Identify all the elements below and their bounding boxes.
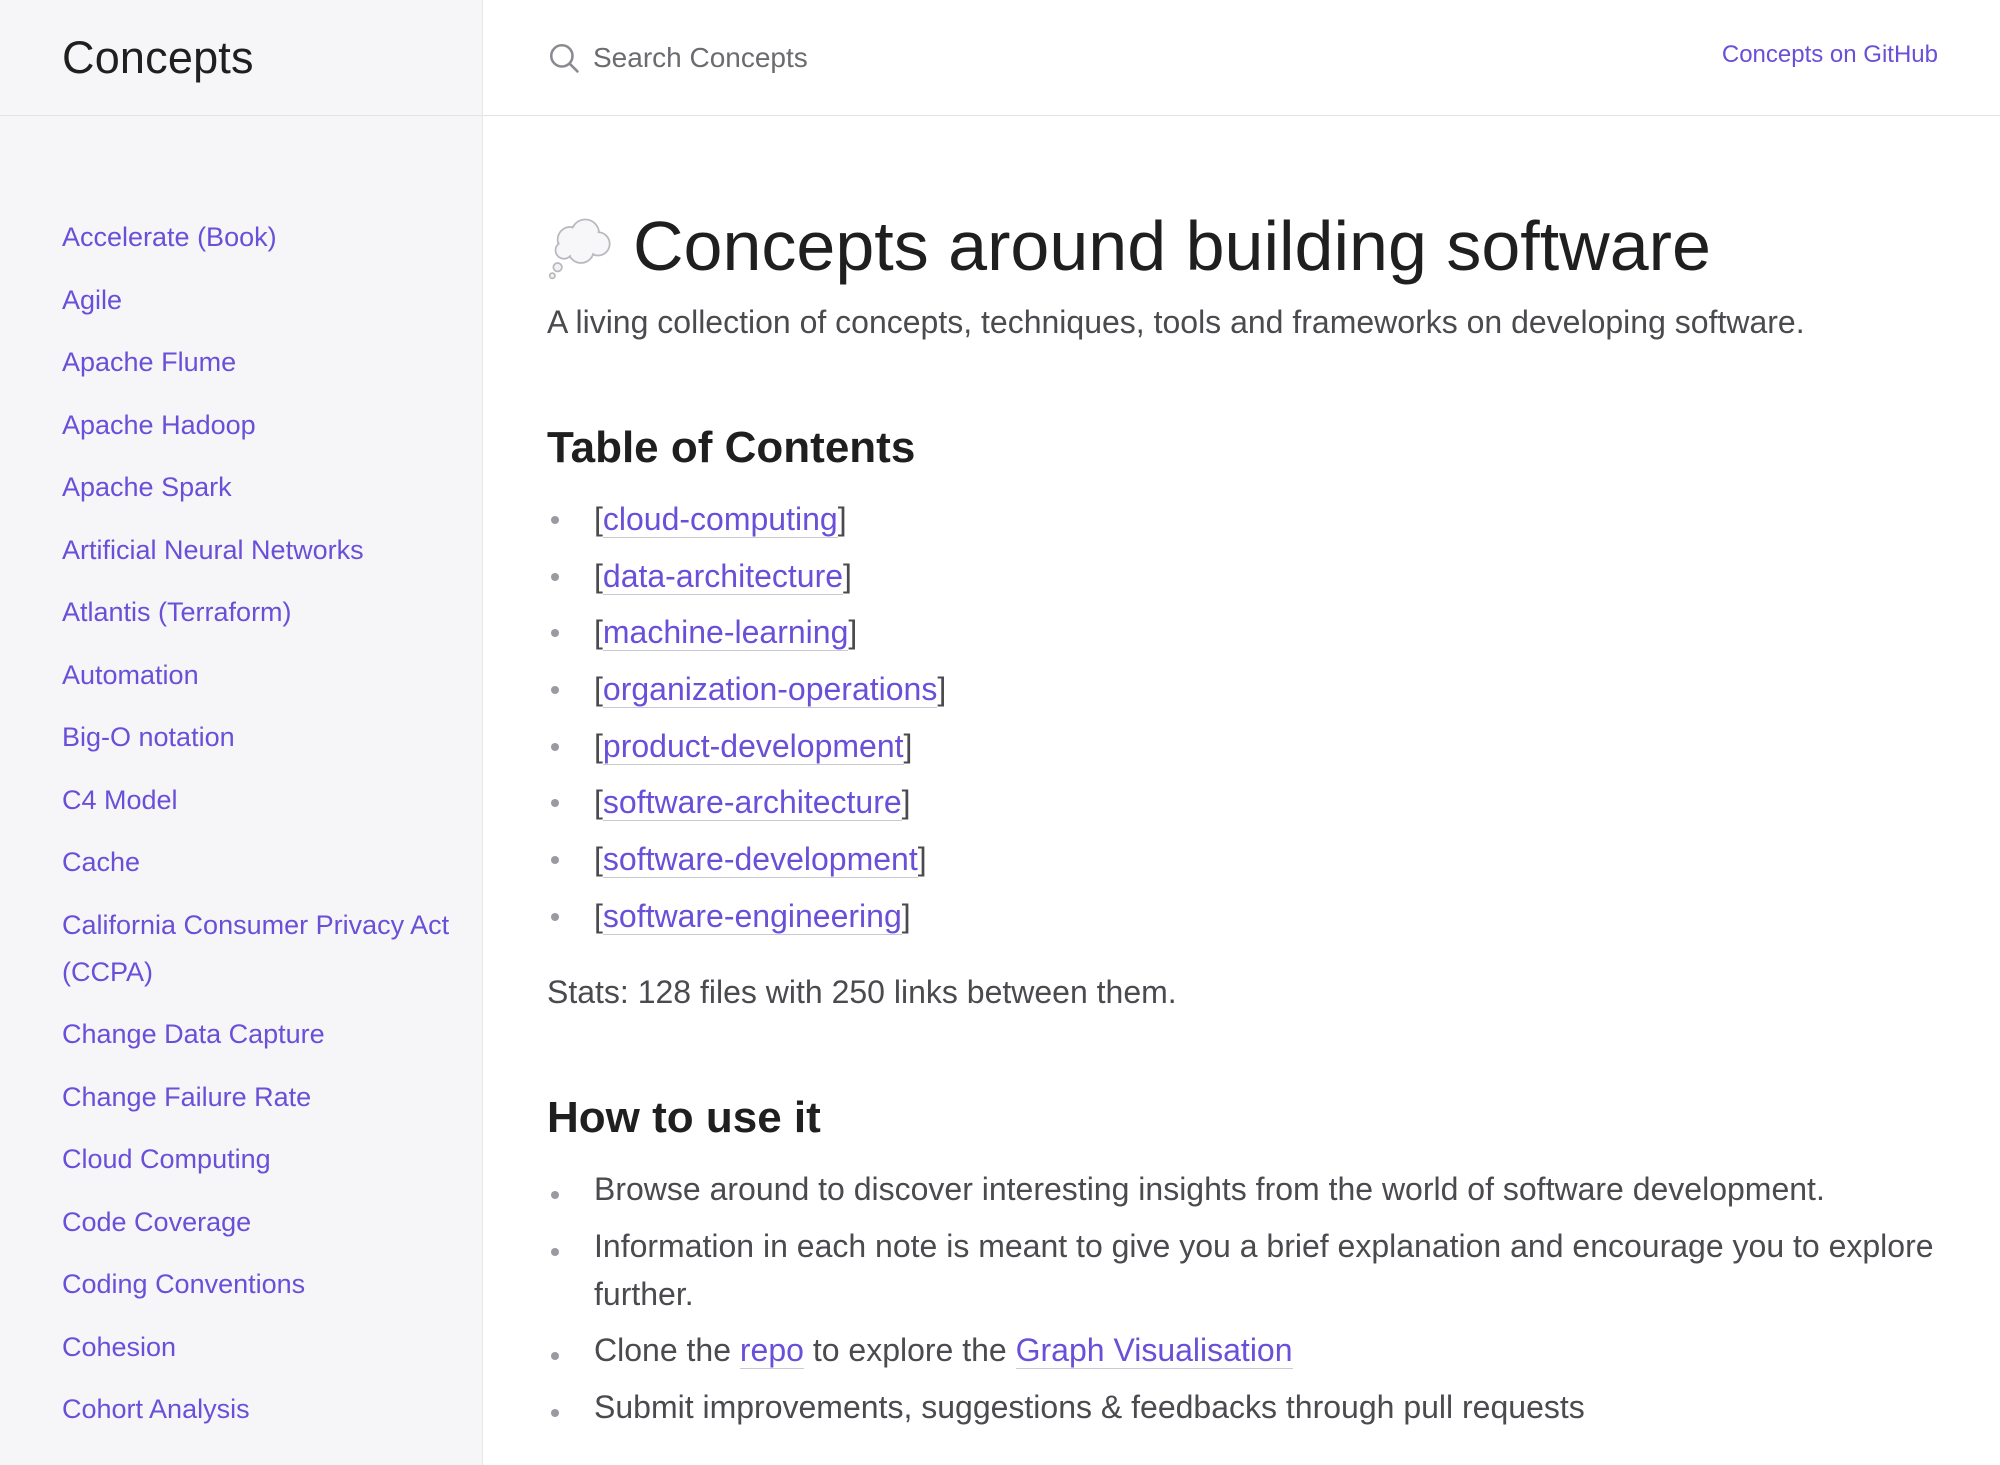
sidebar-item[interactable]: Atlantis (Terraform): [62, 589, 452, 636]
toc-item: [machine-learning]: [547, 604, 1937, 661]
sidebar-item[interactable]: C4 Model: [62, 777, 452, 824]
sidebar-item[interactable]: Artificial Neural Networks: [62, 527, 452, 574]
toc-link[interactable]: software-architecture: [602, 784, 902, 822]
page-subtitle: A living collection of concepts, techniq…: [547, 304, 1805, 340]
bracket-open: [: [594, 557, 603, 594]
page-title: Concepts around building software: [547, 206, 1711, 286]
toc-link[interactable]: product-development: [602, 727, 904, 765]
toc-list: [cloud-computing] [data-architecture] [mac…: [547, 491, 1937, 945]
sidebar-item[interactable]: Automation: [62, 652, 452, 699]
search-box[interactable]: [547, 37, 1013, 79]
sidebar-item[interactable]: California Consumer Privacy Act (CCPA): [62, 902, 452, 996]
sidebar-item[interactable]: Cache: [62, 839, 452, 886]
sidebar-item[interactable]: Cohort Analysis: [62, 1386, 452, 1433]
howto-list: Browse around to discover interesting in…: [547, 1165, 1937, 1439]
bracket-close: ]: [901, 897, 911, 934]
bracket-open: [: [594, 784, 603, 821]
search-input[interactable]: [593, 42, 1013, 74]
bracket-open: [: [594, 614, 603, 651]
thought-balloon-icon: [548, 218, 611, 280]
github-link[interactable]: Concepts on GitHub: [1722, 41, 1938, 69]
toc-item: [data-architecture]: [547, 548, 1937, 605]
stats-text: Stats: 128 files with 250 links between …: [547, 974, 1177, 1010]
toc-item: [software-engineering]: [547, 888, 1937, 945]
app-title[interactable]: Concepts: [0, 0, 483, 116]
bracket-open: [: [594, 841, 603, 878]
repo-link[interactable]: repo: [739, 1332, 804, 1369]
sidebar-nav: Accelerate (Book) Agile Apache Flume Apache…: [62, 214, 452, 1449]
bracket-close: ]: [917, 841, 927, 878]
sidebar-item[interactable]: Code Coverage: [62, 1199, 452, 1246]
bracket-open: [: [594, 727, 603, 764]
sidebar-item[interactable]: Cloud Computing: [62, 1136, 452, 1183]
search-icon: [549, 43, 579, 73]
bracket-open: [: [594, 897, 603, 934]
toc-link[interactable]: software-development: [602, 841, 918, 879]
sidebar: Concepts Accelerate (Book) Agile Apache Fl…: [0, 0, 483, 1465]
howto-heading: How to use it: [547, 1093, 821, 1142]
toc-item: [software-architecture]: [547, 774, 1937, 831]
bracket-close: ]: [903, 727, 913, 764]
toc-link[interactable]: organization-operations: [602, 671, 938, 709]
toc-item: [cloud-computing]: [547, 491, 1937, 548]
toc-link[interactable]: data-architecture: [602, 557, 844, 595]
toc-item: [organization-operations]: [547, 661, 1937, 718]
sidebar-item[interactable]: Change Data Capture: [62, 1011, 452, 1058]
toc-item: [product-development]: [547, 718, 1937, 775]
toc-link[interactable]: machine-learning: [602, 614, 849, 652]
page-title-text: Concepts around building software: [633, 207, 1711, 285]
toc-link[interactable]: cloud-computing: [602, 501, 838, 538]
list-item: Submit improvements, suggestions & feedb…: [547, 1383, 1937, 1431]
bracket-close: ]: [937, 671, 947, 708]
sidebar-item[interactable]: Accelerate (Book): [62, 214, 452, 261]
bracket-open: [: [594, 671, 603, 708]
bracket-close: ]: [848, 614, 858, 651]
sidebar-item[interactable]: Big-O notation: [62, 714, 452, 761]
sidebar-item[interactable]: Agile: [62, 277, 452, 324]
list-item: Browse around to discover interesting in…: [547, 1165, 1937, 1213]
toc-item: [software-development]: [547, 831, 1937, 888]
sidebar-item[interactable]: Cohesion: [62, 1324, 452, 1371]
sidebar-item[interactable]: Coding Conventions: [62, 1261, 452, 1308]
list-item: Clone the repo to explore the Graph Visu…: [547, 1326, 1937, 1374]
sidebar-item[interactable]: Apache Flume: [62, 339, 452, 386]
bracket-open: [: [594, 501, 603, 537]
top-bar: Concepts on GitHub: [483, 0, 2000, 116]
bracket-close: ]: [843, 557, 852, 594]
sidebar-item[interactable]: Apache Spark: [62, 464, 452, 511]
graph-visualisation-link[interactable]: Graph Visualisation: [1015, 1332, 1293, 1369]
toc-link[interactable]: software-engineering: [602, 897, 902, 935]
sidebar-item[interactable]: Change Failure Rate: [62, 1074, 452, 1121]
bracket-close: ]: [837, 501, 847, 537]
sidebar-item[interactable]: Apache Hadoop: [62, 402, 452, 449]
list-item: Information in each note is meant to giv…: [547, 1222, 1937, 1318]
toc-heading: Table of Contents: [547, 423, 916, 472]
bracket-close: ]: [901, 784, 911, 821]
